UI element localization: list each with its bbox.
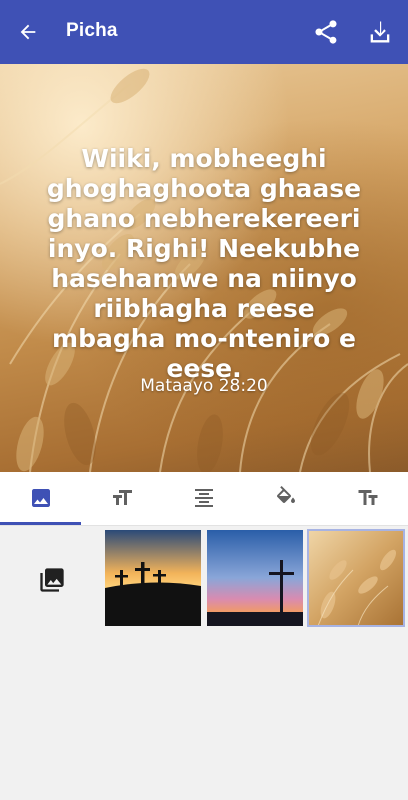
page-title: Picha: [66, 20, 118, 41]
active-tab-indicator: [0, 522, 81, 525]
verse-reference: Mataayo 28:20: [140, 376, 268, 396]
text-format-icon: [358, 490, 377, 505]
font-size-icon: [112, 490, 132, 505]
share-icon: [315, 20, 337, 44]
tab-text-color[interactable]: [245, 472, 326, 524]
tab-text-alignment[interactable]: [163, 472, 244, 524]
back-button[interactable]: [14, 18, 42, 46]
download-button[interactable]: [366, 18, 394, 46]
tab-text-format[interactable]: [327, 472, 408, 524]
paint-bucket-icon: [276, 486, 295, 503]
background-thumbnail-cross-dusk[interactable]: [207, 530, 303, 626]
arrow-left-icon: [20, 24, 36, 40]
tab-font-size[interactable]: [81, 472, 162, 524]
three-crosses-sunset-image: [105, 530, 201, 626]
wheat-field-image: [308, 530, 404, 626]
verse-text: Wiiki, mobheeghi ghoghaghoota ghaase gha…: [46, 144, 362, 383]
app-bar: Picha: [0, 0, 408, 64]
image-icon: [31, 489, 50, 507]
photo-library-icon: [40, 568, 64, 592]
share-button[interactable]: [312, 18, 340, 46]
editor-tabs: [0, 472, 408, 526]
align-center-icon: [194, 489, 213, 507]
background-thumbnail-three-crosses[interactable]: [105, 530, 201, 626]
cross-dusk-image: [207, 530, 303, 626]
download-icon: [370, 21, 390, 43]
background-thumbnail-wheat[interactable]: [307, 529, 405, 627]
pick-from-gallery-button[interactable]: [38, 566, 66, 594]
verse-image-preview: Wiiki, mobheeghi ghoghaghoota ghaase gha…: [0, 64, 408, 472]
tab-background-image[interactable]: [0, 472, 81, 524]
